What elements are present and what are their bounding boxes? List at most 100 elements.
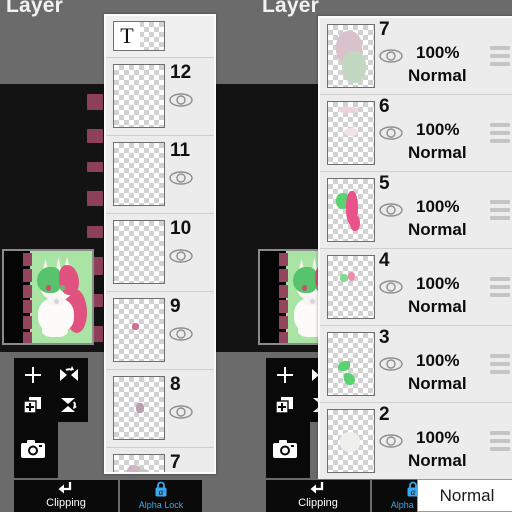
layer-blend-mode[interactable]: Normal [408,451,467,471]
layer-thumbnail[interactable] [327,409,375,473]
eye-icon[interactable] [378,125,404,146]
svg-text:α: α [411,487,416,497]
add-layer-icon [277,367,293,383]
table-row[interactable]: 12 [106,58,214,136]
eye-icon[interactable] [378,356,404,377]
table-row[interactable]: 7 100% Normal [320,18,512,95]
layer-opacity[interactable]: 100% [416,43,459,63]
clipping-button[interactable]: Clipping [266,480,370,512]
layer-blend-mode[interactable]: Normal [408,374,467,394]
duplicate-layer-icon [23,397,41,414]
bottom-toolbar-left: Clipping α Alpha Lock [0,479,256,512]
eye-icon[interactable] [168,92,194,113]
camera-tool-panel-right [266,422,310,478]
pony-character-illustration [32,257,92,341]
layer-thumbnail[interactable] [113,64,165,128]
table-row[interactable]: 11 [106,136,214,214]
clipping-button[interactable]: Clipping [14,480,118,512]
layer-thumbnail[interactable] [327,24,375,88]
add-layer-button[interactable] [16,360,50,390]
layer-thumbnail[interactable] [327,178,375,242]
camera-button[interactable] [268,434,302,464]
layer-opacity[interactable]: 100% [416,428,459,448]
add-layer-button[interactable] [268,360,302,390]
drag-handle-icon[interactable] [490,46,510,66]
table-row[interactable]: 6 100% Normal [320,95,512,172]
screenshot-right: Layer 7 100% Normal 6 100% Normal 5 100%… [256,0,512,512]
eye-icon[interactable] [168,248,194,269]
camera-icon [21,440,45,458]
layer-thumbnail[interactable] [113,220,165,284]
camera-icon [273,440,297,458]
eye-icon[interactable] [378,48,404,69]
layer-number: 6 [379,96,390,117]
layer-number: 9 [170,296,181,317]
drag-handle-icon[interactable] [490,354,510,374]
page-title: Layer [6,0,64,17]
drag-handle-icon[interactable] [490,123,510,143]
camera-button[interactable] [16,434,50,464]
clipping-label: Clipping [298,497,338,509]
layer-opacity[interactable]: 100% [416,120,459,140]
flip-horizontal-button[interactable] [52,360,86,390]
drag-handle-icon[interactable] [490,200,510,220]
drag-handle-icon[interactable] [490,277,510,297]
table-row[interactable]: 5 100% Normal [320,172,512,249]
layer-opacity[interactable]: 100% [416,274,459,294]
layer-list-right[interactable]: 7 100% Normal 6 100% Normal 5 100% Norma… [318,16,512,482]
flip-horizontal-icon [60,366,78,381]
layer-number: 11 [170,140,191,161]
duplicate-layer-icon [275,397,293,414]
layer-thumbnail[interactable] [327,101,375,165]
eye-icon[interactable] [378,279,404,300]
bottom-toolbar-right: Clipping α Alpha Lock Normal [256,479,512,512]
layer-tools-panel-left [14,358,88,422]
table-row[interactable]: 4 100% Normal [320,249,512,326]
blend-mode-chip[interactable]: Normal [417,479,512,512]
layer-blend-mode[interactable]: Normal [408,220,467,240]
layer-number: 3 [379,327,390,348]
duplicate-layer-button[interactable] [268,390,302,420]
text-tool-icon: T [114,22,140,50]
layer-blend-mode[interactable]: Normal [408,66,467,86]
layer-number: 7 [379,19,390,40]
text-layer-row[interactable]: T [106,16,214,58]
table-row[interactable]: 10 [106,214,214,292]
alpha-lock-label: Alpha Lock [138,500,184,510]
duplicate-layer-button[interactable] [16,390,50,420]
alpha-lock-icon: α [155,481,167,497]
layer-blend-mode[interactable]: Normal [408,297,467,317]
layer-thumbnail[interactable] [327,332,375,396]
clipping-label: Clipping [46,497,86,509]
table-row[interactable]: 9 [106,292,214,370]
layer-thumbnail[interactable] [113,298,165,362]
table-row[interactable]: 7 [106,448,214,473]
eye-icon[interactable] [168,404,194,425]
table-row[interactable]: 8 [106,370,214,448]
drag-handle-icon[interactable] [490,431,510,451]
screenshot-left: Layer T 12 11 10 9 8 7 Clipping α Alpha … [0,0,256,512]
layer-opacity[interactable]: 100% [416,197,459,217]
layer-list-left[interactable]: T 12 11 10 9 8 7 [104,14,216,474]
layer-thumbnail[interactable] [113,142,165,206]
layer-thumbnail[interactable] [113,376,165,440]
eye-icon[interactable] [168,326,194,347]
layer-opacity[interactable]: 100% [416,351,459,371]
alpha-lock-button[interactable]: α Alpha Lock [120,480,202,512]
eye-icon[interactable] [378,202,404,223]
layer-number: 10 [170,218,192,239]
layer-thumbnail[interactable] [113,454,165,472]
eye-icon[interactable] [168,170,194,191]
table-row[interactable]: 3 100% Normal [320,326,512,403]
layer-number: 7 [170,452,181,473]
layer-blend-mode[interactable]: Normal [408,143,467,163]
flip-vertical-icon [61,398,77,412]
clipping-arrow-icon [58,482,72,494]
camera-tool-panel-left [14,422,58,478]
eye-icon[interactable] [378,433,404,454]
layer-thumbnail[interactable] [327,255,375,319]
flip-vertical-button[interactable] [52,390,86,420]
artwork-preview[interactable] [2,249,94,345]
table-row[interactable]: 2 100% Normal [320,403,512,480]
layer-number: 8 [170,374,181,395]
